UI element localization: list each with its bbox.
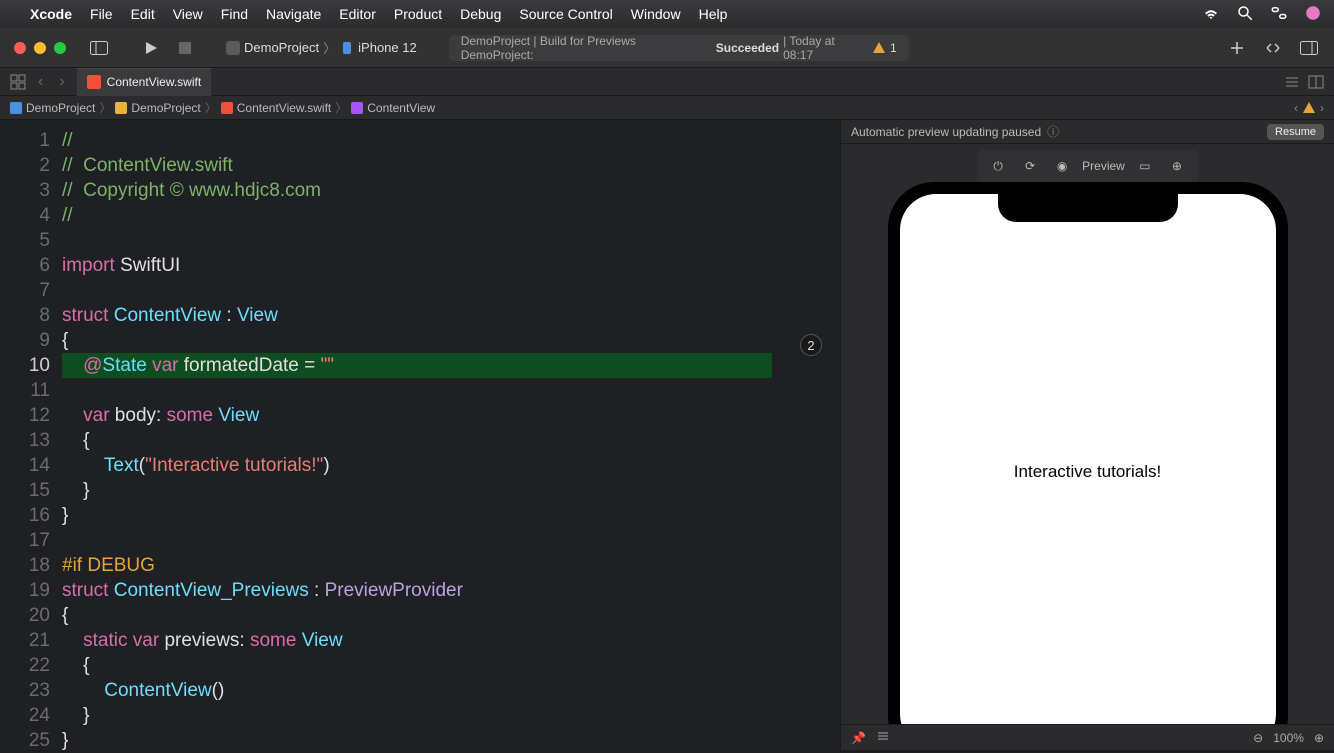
code-review-icon[interactable]	[1262, 37, 1284, 59]
warning-badge[interactable]: 1	[872, 41, 897, 55]
crumb-sep: 〉	[335, 99, 347, 116]
activity-viewer[interactable]: DemoProject | Build for Previews DemoPro…	[449, 35, 909, 61]
preview-device-icon[interactable]: ▭	[1133, 154, 1157, 178]
toggle-inspector-icon[interactable]	[1298, 37, 1320, 59]
zoom-level[interactable]: 100%	[1273, 731, 1304, 745]
menu-source-control[interactable]: Source Control	[519, 6, 612, 22]
preview-status-text: Automatic preview updating paused	[851, 125, 1041, 139]
source-editor[interactable]: 1234567891011121314151617181920212223242…	[0, 120, 840, 750]
search-icon[interactable]	[1236, 4, 1254, 25]
swift-file-icon	[87, 75, 101, 89]
editor-tabbar: ‹ › ContentView.swift	[0, 68, 1334, 96]
nav-back-button[interactable]: ‹	[34, 73, 47, 91]
app-icon	[226, 41, 240, 55]
nav-forward-button[interactable]: ›	[55, 73, 68, 91]
menu-product[interactable]: Product	[394, 6, 442, 22]
editor-options-icon[interactable]	[1284, 74, 1300, 90]
window-controls	[14, 42, 66, 54]
menu-file[interactable]: File	[90, 6, 113, 22]
preview-status-bar: Automatic preview updating paused ⓘ Resu…	[841, 120, 1334, 144]
editor-tab[interactable]: ContentView.swift	[77, 68, 212, 96]
close-window-button[interactable]	[14, 42, 26, 54]
jump-bar: DemoProject 〉 DemoProject 〉 ContentView.…	[0, 96, 1334, 120]
crumb-folder[interactable]: DemoProject	[115, 101, 200, 115]
preview-toolbar: ⏻ ⟳ ◉ Preview ▭ ⊕	[976, 150, 1199, 182]
device-notch	[998, 194, 1178, 222]
macos-menubar: Xcode File Edit View Find Navigate Edito…	[0, 0, 1334, 28]
folder-icon	[115, 102, 127, 114]
preview-settings-icon[interactable]	[876, 729, 890, 746]
device-icon	[340, 41, 354, 55]
menu-find[interactable]: Find	[221, 6, 248, 22]
menu-debug[interactable]: Debug	[460, 6, 501, 22]
menu-window[interactable]: Window	[631, 6, 681, 22]
device-frame: Interactive tutorials!	[888, 182, 1288, 724]
menubar-app-name[interactable]: Xcode	[30, 6, 72, 22]
adjust-editor-icon[interactable]	[1308, 74, 1324, 90]
zoom-window-button[interactable]	[54, 42, 66, 54]
tab-filename: ContentView.swift	[107, 75, 202, 89]
zoom-in-icon[interactable]: ⊕	[1314, 731, 1324, 745]
scheme-separator: 〉	[323, 38, 336, 57]
menu-view[interactable]: View	[173, 6, 203, 22]
zoom-out-icon[interactable]: ⊖	[1253, 731, 1263, 745]
stop-button[interactable]	[174, 37, 196, 59]
pin-preview-icon[interactable]: 📌	[851, 731, 866, 745]
status-suffix: | Today at 08:17	[783, 34, 868, 62]
status-result: Succeeded	[716, 41, 779, 55]
crumb-file[interactable]: ContentView.swift	[221, 101, 332, 115]
prev-issue-icon[interactable]: ‹	[1294, 101, 1298, 115]
preview-bottom-bar: 📌 ⊖ 100% ⊕	[841, 724, 1334, 750]
siri-icon[interactable]	[1304, 4, 1322, 25]
swift-icon	[221, 102, 233, 114]
warning-icon	[872, 41, 886, 55]
scheme-selector[interactable]: DemoProject 〉 iPhone 12	[226, 38, 417, 57]
menu-editor[interactable]: Editor	[339, 6, 376, 22]
device-screen: Interactive tutorials!	[900, 194, 1276, 724]
menu-edit[interactable]: Edit	[131, 6, 155, 22]
menu-help[interactable]: Help	[699, 6, 728, 22]
main-split: 1234567891011121314151617181920212223242…	[0, 120, 1334, 750]
duplicate-preview-icon[interactable]: ⊕	[1165, 154, 1189, 178]
resume-button[interactable]: Resume	[1267, 124, 1324, 140]
crumb-sep: 〉	[99, 99, 111, 116]
warning-count: 1	[890, 41, 897, 55]
preview-content-text: Interactive tutorials!	[1014, 462, 1161, 482]
line-gutter: 1234567891011121314151617181920212223242…	[0, 120, 62, 750]
live-preview-icon[interactable]: ⏻	[986, 154, 1010, 178]
issue-count-badge[interactable]: 2	[800, 334, 822, 356]
code-area[interactable]: //// ContentView.swift// Copyright © www…	[62, 120, 840, 750]
crumb-symbol[interactable]: ContentView	[351, 101, 435, 115]
scheme-project: DemoProject	[244, 40, 319, 55]
project-icon	[10, 102, 22, 114]
scheme-device: iPhone 12	[358, 40, 417, 55]
crumb-sep: 〉	[205, 99, 217, 116]
wifi-icon[interactable]	[1202, 4, 1220, 25]
preview-canvas[interactable]: Interactive tutorials!	[841, 144, 1334, 724]
info-icon[interactable]: ⓘ	[1047, 123, 1059, 140]
preview-on-device-icon[interactable]: ⟳	[1018, 154, 1042, 178]
status-prefix: DemoProject | Build for Previews DemoPro…	[461, 34, 712, 62]
minimize-window-button[interactable]	[34, 42, 46, 54]
issue-warning-icon[interactable]	[1302, 101, 1316, 115]
toggle-navigator-icon[interactable]	[88, 37, 110, 59]
menu-navigate[interactable]: Navigate	[266, 6, 321, 22]
crumb-project[interactable]: DemoProject	[10, 101, 95, 115]
run-button[interactable]	[140, 37, 162, 59]
related-items-icon[interactable]	[10, 74, 26, 90]
xcode-toolbar: DemoProject 〉 iPhone 12 DemoProject | Bu…	[0, 28, 1334, 68]
struct-icon	[351, 102, 363, 114]
control-center-icon[interactable]	[1270, 4, 1288, 25]
preview-label: Preview	[1082, 159, 1125, 173]
preview-inspect-icon[interactable]: ◉	[1050, 154, 1074, 178]
library-button[interactable]	[1226, 37, 1248, 59]
next-issue-icon[interactable]: ›	[1320, 101, 1324, 115]
preview-pane: Automatic preview updating paused ⓘ Resu…	[840, 120, 1334, 750]
